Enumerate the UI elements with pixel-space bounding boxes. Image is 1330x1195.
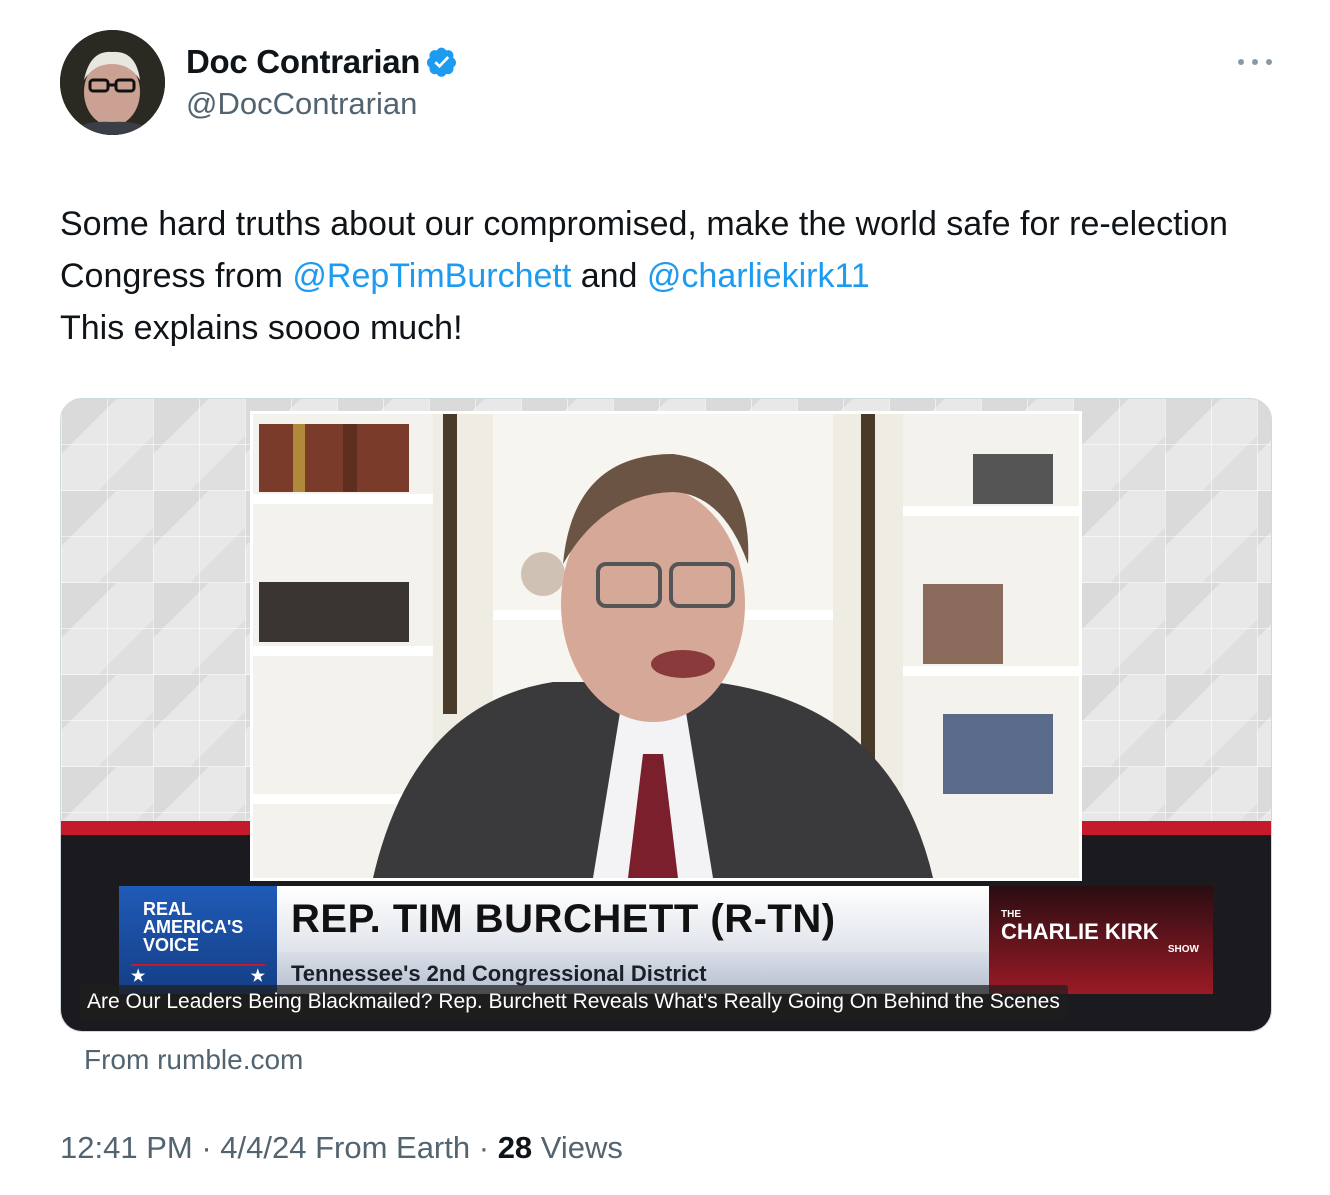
avatar[interactable]	[60, 30, 165, 135]
tweet-meta: 12:41 PM · 4/4/24 From Earth · 28 Views	[60, 1130, 623, 1166]
lower-third-graphic: REAL AMERICA'S VOICE ★ ★ REP. TIM BURCHET…	[119, 886, 1213, 994]
show-logo: THE CHARLIE KIRK SHOW	[989, 886, 1213, 994]
link-card[interactable]: REAL AMERICA'S VOICE ★ ★ REP. TIM BURCHET…	[60, 398, 1272, 1032]
mention-link-charliekirk[interactable]: @charliekirk11	[647, 257, 870, 295]
author-display-name[interactable]: Doc Contrarian	[186, 43, 420, 81]
tweet-text: Some hard truths about our compromised, …	[60, 198, 1270, 354]
separator: ·	[192, 1130, 221, 1165]
separator: ·	[470, 1130, 498, 1165]
mention-link-repburchett[interactable]: @RepTimBurchett	[292, 257, 571, 295]
views-count: 28	[497, 1130, 533, 1165]
card-video-title[interactable]: Are Our Leaders Being Blackmailed? Rep. …	[79, 985, 1068, 1019]
author-name-row[interactable]: Doc Contrarian	[186, 42, 458, 82]
tweet-date[interactable]: 4/4/24	[220, 1130, 306, 1165]
dot-icon	[1266, 59, 1272, 65]
profile-photo-icon	[60, 30, 165, 135]
verified-badge-icon	[427, 47, 457, 77]
network-logo: REAL AMERICA'S VOICE ★ ★	[119, 886, 277, 994]
tweet-source: From Earth	[306, 1130, 471, 1165]
card-source-domain[interactable]: From rumble.com	[84, 1044, 303, 1076]
video-still-image	[250, 411, 1082, 881]
dot-icon	[1238, 59, 1244, 65]
show-logo-show: SHOW	[1167, 944, 1199, 955]
network-logo-text: REAL AMERICA'S VOICE	[143, 899, 244, 955]
stars-icon: ★ ★	[131, 964, 265, 986]
tweet-text-part: and	[571, 257, 647, 295]
tweet-text-part: This explains soooo much!	[60, 309, 463, 347]
lower-third-headline: REP. TIM BURCHETT (R-TN)	[277, 886, 989, 952]
tweet-time[interactable]: 12:41 PM	[60, 1130, 193, 1165]
views-label: Views	[532, 1130, 623, 1165]
dot-icon	[1252, 59, 1258, 65]
more-options-button[interactable]	[1238, 50, 1272, 74]
author-handle[interactable]: @DocContrarian	[186, 86, 417, 122]
show-logo-name: CHARLIE KIRK	[1001, 919, 1159, 944]
speaker-video-icon	[253, 414, 1079, 878]
